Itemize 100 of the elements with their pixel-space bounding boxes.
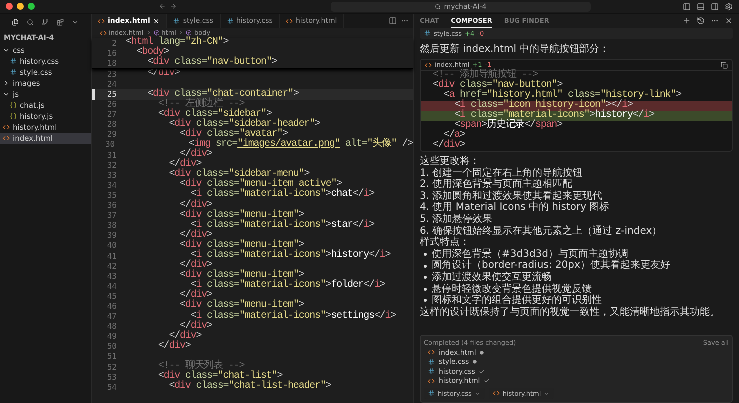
- search-icon: [435, 4, 442, 10]
- code-line: </div>: [433, 141, 466, 151]
- minimize-window-button[interactable]: [17, 3, 24, 10]
- list-item: 悬停时轻微改变背景色提供视觉反馈: [432, 284, 592, 295]
- line-number: 49: [106, 332, 118, 342]
- hash-icon: [173, 18, 180, 24]
- code-icon: [425, 62, 432, 68]
- settings-icon[interactable]: [725, 2, 733, 10]
- back-arrow-icon[interactable]: [159, 3, 166, 10]
- line-number: 40: [106, 241, 118, 250]
- close-icon[interactable]: [725, 17, 733, 25]
- code-line: <!-- 添加导航按钮 -->: [433, 71, 538, 81]
- code-icon: [3, 124, 10, 131]
- hash-icon: [428, 358, 435, 366]
- line-number: 16: [106, 48, 118, 58]
- line-number: 30: [104, 140, 116, 150]
- bullet-icon: [424, 299, 427, 302]
- hash-icon: [428, 390, 435, 397]
- braces-icon: [10, 102, 17, 109]
- line-number: 52: [106, 362, 118, 372]
- split-editor-icon[interactable]: [389, 17, 397, 25]
- cube-icon: [154, 30, 160, 36]
- code-line: <i class="material-icons">star</i>: [190, 220, 374, 231]
- bullet-icon: [424, 276, 427, 280]
- plus-icon[interactable]: [683, 17, 691, 25]
- code-icon: [3, 135, 10, 142]
- code-line: </div>: [157, 342, 191, 352]
- files-icon[interactable]: [12, 18, 19, 27]
- note-text: 这些更改将：: [420, 156, 480, 168]
- caret-icon: [474, 390, 481, 396]
- line-number: 45: [106, 292, 118, 301]
- cube-icon: [186, 30, 192, 36]
- line-number: 26: [106, 100, 118, 110]
- code-line: </a>: [444, 131, 466, 141]
- message-text: 然后更新 index.html 中的导航按钮部分：: [420, 42, 611, 56]
- bullet-icon: [424, 288, 427, 291]
- chevron-right-icon: [146, 30, 152, 36]
- code-line: <i class="icon history-icon"></i>: [454, 101, 633, 111]
- panel-right-icon[interactable]: [711, 2, 719, 10]
- hash-icon: [424, 30, 431, 37]
- maximize-window-button[interactable]: [28, 3, 35, 10]
- line-number: 38: [106, 221, 118, 230]
- line-number: 47: [106, 312, 118, 322]
- line-number: 24: [106, 80, 118, 89]
- line-number: 35: [106, 190, 118, 200]
- code-line: </div>: [169, 332, 202, 342]
- code-line: <div class="sidebar-header">: [168, 120, 320, 130]
- code-line: <div class="avatar">: [179, 130, 288, 140]
- code-icon: [286, 18, 293, 24]
- note-text: 1. 创建一个固定在右上角的导航按钮: [420, 168, 583, 179]
- code-icon: [428, 378, 435, 385]
- chevron-right-icon: [3, 80, 10, 87]
- line-number: 29: [106, 130, 118, 140]
- note-text: 2. 使用深色背景与页面主题相匹配: [420, 179, 573, 190]
- note-text: 样式特点：: [420, 237, 470, 249]
- code-line: <div class="menu-item">: [179, 301, 304, 312]
- code-line: <a href="history.html" class="history-link">: [442, 91, 682, 101]
- code-line: </div>: [180, 322, 212, 332]
- line-number: 46: [106, 302, 118, 311]
- line-number: 36: [106, 201, 118, 210]
- chevron-down-icon: [3, 91, 10, 98]
- note-text: 这样的设计既保持了与页面的视觉一致性，又能清晰地指示其功能。: [420, 306, 720, 318]
- chevron-right-icon: [178, 30, 184, 36]
- close-window-button[interactable]: [6, 3, 13, 10]
- chevron-down-icon: [3, 47, 10, 54]
- line-number: 23: [106, 70, 118, 79]
- line-number: 2: [111, 38, 118, 48]
- copy-icon[interactable]: [721, 62, 728, 68]
- hash-icon: [10, 69, 17, 76]
- code-line: <img src="images/avatar.png" alt="头像" />: [188, 140, 413, 150]
- code-line: <div class="menu-item">: [179, 210, 304, 221]
- search-icon[interactable]: [27, 18, 34, 27]
- hash-icon: [428, 368, 435, 376]
- history-icon[interactable]: [697, 17, 705, 25]
- code-line: <i class="material-icons">settings</i>: [190, 312, 396, 322]
- panel-bottom-icon[interactable]: [697, 2, 705, 10]
- line-number: 31: [106, 150, 118, 160]
- line-number: 25: [106, 90, 118, 100]
- line-number: 37: [106, 211, 118, 220]
- list-item: 添加过渡效果使交互更流畅: [432, 272, 552, 284]
- bullet-icon: [424, 264, 427, 268]
- panel-left-icon[interactable]: [683, 2, 691, 10]
- code-icon: [428, 349, 435, 356]
- line-number: 33: [106, 170, 118, 180]
- line-number: 18: [106, 58, 118, 68]
- code-line: </div>: [179, 230, 212, 241]
- note-text: 4. 使用 Material Icons 中的 history 图标: [420, 202, 610, 214]
- line-number: 42: [106, 262, 118, 271]
- hash-icon: [10, 58, 17, 65]
- line-number: 41: [106, 252, 118, 261]
- blocks-icon[interactable]: [57, 18, 64, 27]
- code-line: <div class="chat-list-header">: [168, 382, 332, 392]
- bullet-icon: [424, 253, 427, 256]
- line-number: 50: [106, 342, 118, 352]
- code-line: <div class="nav-button">: [433, 81, 563, 91]
- forward-arrow-icon[interactable]: [170, 3, 177, 10]
- note-text: 3. 添加圆角和过渡效果使其看起来更现代: [420, 190, 603, 202]
- branch-icon[interactable]: [42, 18, 49, 27]
- line-number: 34: [106, 180, 118, 190]
- list-item: 图标和文字的组合提供更好的可识别性: [432, 295, 602, 306]
